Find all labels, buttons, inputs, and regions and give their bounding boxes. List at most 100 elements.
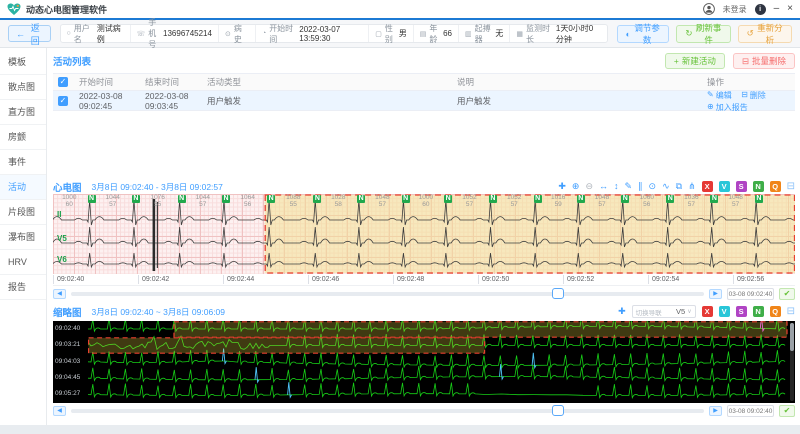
thumb-row-time: 09:04:45 <box>55 374 81 381</box>
button-label: 调节参数 <box>634 22 660 45</box>
ecg-jump-confirm-button[interactable]: ✔ <box>779 288 795 300</box>
lead-select-label: 切换导联 <box>635 309 662 317</box>
thumbnail-slider-handle[interactable] <box>552 405 565 416</box>
minimize-button[interactable]: – <box>774 4 780 14</box>
beat-badge-n[interactable]: N <box>752 181 764 192</box>
zoom-in-icon[interactable]: ⊕ <box>572 181 580 192</box>
info-icon[interactable]: i <box>754 3 766 15</box>
ecg-title: 心电图 <box>53 182 82 194</box>
lead-select[interactable]: 切换导联 V5 ∨ <box>631 305 696 318</box>
ecg-jump-time-input[interactable] <box>727 288 774 300</box>
sidebar-item-hrv[interactable]: HRV <box>0 250 46 275</box>
thumb-row-time: 09:05:27 <box>55 390 81 397</box>
sidebar-item-waterfall[interactable]: 瀑布图 <box>0 225 46 250</box>
copy-icon[interactable]: ⧉ <box>676 181 682 192</box>
duration-icon: ▦ <box>516 30 524 38</box>
sidebar-item-segments[interactable]: 片段图 <box>0 200 46 225</box>
thumbnail-slider-track[interactable] <box>71 405 704 416</box>
branch-icon[interactable]: ⋔ <box>688 181 696 192</box>
thumb-row-time: 09:02:40 <box>55 325 81 332</box>
sidebar-item-report[interactable]: 报告 <box>0 275 46 300</box>
time-tick: 09:02:44 <box>223 275 254 284</box>
batch-delete-button[interactable]: ⊟ 批量删除 <box>732 53 795 69</box>
thumbnail-scrollbar[interactable] <box>790 323 794 401</box>
thumbnail-jump-time-input[interactable] <box>727 405 774 417</box>
pencil-icon[interactable]: ✎ <box>624 181 632 192</box>
user-avatar-icon[interactable] <box>702 3 715 15</box>
back-arrow-icon: ← <box>16 28 25 39</box>
select-all-checkbox[interactable]: ✓ <box>58 77 68 87</box>
content-area: 活动列表 + 新建活动 ⊟ 批量删除 ✓ 开始时间 结束时间 活动类型 说明 操作 … <box>47 48 800 434</box>
action-label: 编辑 <box>715 90 732 100</box>
button-label: 刷新事件 <box>695 22 722 45</box>
beat-badge-q[interactable]: Q <box>769 306 781 317</box>
thumbnail-waveform <box>88 321 788 399</box>
beat-badge-x[interactable]: X <box>701 306 713 317</box>
new-activity-button[interactable]: + 新建活动 <box>664 53 725 69</box>
chevron-down-icon: ∨ <box>687 309 692 315</box>
sidebar-item-activity[interactable]: 活动 <box>0 175 46 200</box>
beat-badge-v[interactable]: V <box>718 306 730 317</box>
time-tick: 09:02:42 <box>138 275 169 284</box>
time-tick: 09:02:48 <box>393 275 424 284</box>
add-to-report-action[interactable]: ⊕ 加入报告 <box>707 102 748 113</box>
field-value: 13696745214 <box>163 29 212 38</box>
ecg-strip[interactable]: 1000 60 N 1044 57 N 1076 55 N 1044 57 N 1064 56 N 1088 5… <box>53 194 795 274</box>
button-label: 新建活动 <box>681 56 716 66</box>
ecg-scroll-left-button[interactable]: ◀ <box>53 289 66 299</box>
beat-badge-n[interactable]: N <box>752 306 764 317</box>
expand-icon[interactable]: ✚ <box>618 306 626 317</box>
caliper-icon[interactable]: ∥ <box>638 181 643 192</box>
sidebar-item-events[interactable]: 事件 <box>0 150 46 175</box>
time-tick: 09:02:50 <box>478 275 509 284</box>
thumbnail-jump-confirm-button[interactable]: ✔ <box>779 405 795 417</box>
close-button[interactable]: × <box>787 4 793 14</box>
patient-field-phone: ☏ 手机号 13696745214 <box>131 18 219 49</box>
adjust-params-button[interactable]: ◐ 调节参数 <box>616 22 670 45</box>
app-logo-icon <box>7 3 21 16</box>
thumbnail-header: 缩略图 3月8日 09:02:40 ~ 3月8日 09:06:09 ✚ 切换导联… <box>53 304 795 319</box>
col-actions: 操作 <box>707 77 725 87</box>
user-icon: ○ <box>66 30 71 37</box>
beat-badge-s[interactable]: S <box>735 181 747 192</box>
trash-icon[interactable]: ⊟ <box>787 181 795 192</box>
reanalyze-button[interactable]: ↺ 重新分析 <box>737 23 792 45</box>
beat-badge-x[interactable]: X <box>701 181 713 192</box>
sidebar-item-scatter[interactable]: 散点图 <box>0 75 46 100</box>
refresh-events-button[interactable]: ↻ 刷新事件 <box>676 22 731 45</box>
field-label: 监测时长 <box>526 23 551 44</box>
thumbnail-scroll-right-button[interactable]: ▶ <box>709 406 722 416</box>
ecg-scroll-right-button[interactable]: ▶ <box>709 289 722 299</box>
trash-icon[interactable]: ⊟ <box>787 306 795 317</box>
beat-badge-q[interactable]: Q <box>769 181 781 192</box>
edit-action[interactable]: ✎ 编辑 <box>707 90 732 101</box>
wave-icon[interactable]: ∿ <box>662 181 670 192</box>
col-start-time: 开始时间 <box>79 77 114 87</box>
time-tick: 09:02:56 <box>733 275 764 284</box>
edit-icon: ✎ <box>707 89 714 99</box>
v-scale-icon[interactable]: ↕ <box>614 181 619 192</box>
sidebar-item-afib[interactable]: 房颤 <box>0 125 46 150</box>
sidebar-item-histogram[interactable]: 直方图 <box>0 100 46 125</box>
delete-action[interactable]: ⊟ 删除 <box>741 90 766 101</box>
h-scale-icon[interactable]: ↔ <box>599 181 608 192</box>
login-status[interactable]: 未登录 <box>723 4 747 15</box>
beat-badge-s[interactable]: S <box>735 306 747 317</box>
lead-label-v5: V5 <box>57 234 67 243</box>
sidebar-item-template[interactable]: 模板 <box>0 50 46 75</box>
zoom-out-icon[interactable]: ⊖ <box>585 181 593 192</box>
back-button[interactable]: ← 返回 <box>8 23 51 46</box>
row-checkbox[interactable]: ✓ <box>58 95 68 106</box>
patient-field-pacemaker: ▥ 起搏器无 <box>459 24 511 44</box>
back-label: 返回 <box>30 22 40 46</box>
thumbnail-scrollbar-thumb[interactable] <box>790 323 794 351</box>
thumbnail-strip[interactable]: 09:02:40 09:03:21 09:04:03 09:04:45 09:0… <box>53 321 795 403</box>
beat-search-icon[interactable]: ⊙ <box>649 181 657 192</box>
table-row[interactable]: ✓ 2022-03-08 09:02:45 2022-03-08 09:03:4… <box>53 90 795 113</box>
title-bar: 动态心电图管理软件 未登录 i – × <box>0 0 800 18</box>
beat-badge-v[interactable]: V <box>718 181 730 192</box>
ecg-slider-track[interactable] <box>71 288 704 299</box>
thumbnail-scroll-left-button[interactable]: ◀ <box>53 406 66 416</box>
expand-icon[interactable]: ✚ <box>558 181 566 192</box>
ecg-slider-handle[interactable] <box>552 288 565 299</box>
